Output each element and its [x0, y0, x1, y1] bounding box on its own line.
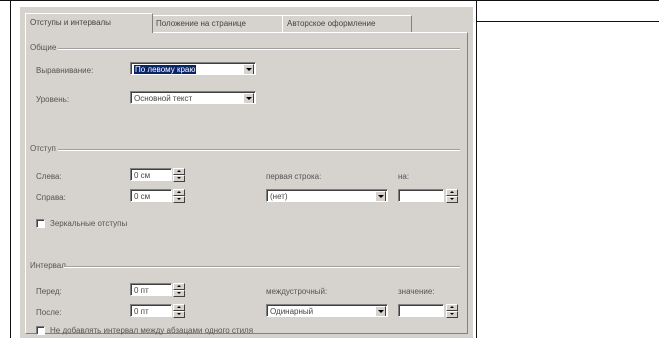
spin-up-icon[interactable]	[173, 189, 185, 196]
indent-group-title: Отступ	[30, 144, 56, 153]
left-indent-spinner[interactable]	[173, 168, 185, 182]
spin-down-icon[interactable]	[446, 311, 458, 318]
indent-divider	[58, 149, 460, 151]
spin-up-icon[interactable]	[173, 283, 185, 290]
spin-down-icon[interactable]	[446, 196, 458, 203]
tab-indents-spacing[interactable]: Отступы и интервалы	[25, 13, 153, 33]
line-spacing-select[interactable]: Одинарный	[266, 304, 388, 317]
spin-up-icon[interactable]	[446, 304, 458, 311]
left-indent-input[interactable]: 0 см	[130, 168, 172, 181]
spin-down-icon[interactable]	[173, 311, 185, 318]
after-label: После:	[36, 308, 62, 317]
spin-down-icon[interactable]	[173, 196, 185, 203]
mirror-indents-label: Зеркальные отступы	[50, 219, 128, 228]
first-line-value: (нет)	[270, 192, 288, 201]
line-spacing-label: междустрочный:	[266, 287, 328, 296]
spacing-divider	[64, 266, 460, 268]
general-group-title: Общие	[30, 43, 57, 52]
alignment-value: По левому краю	[134, 65, 197, 74]
chevron-down-icon[interactable]	[375, 191, 386, 201]
level-value: Основной текст	[134, 94, 193, 103]
top-border	[0, 0, 659, 1]
chevron-down-icon[interactable]	[243, 64, 254, 74]
spacing-value-input[interactable]	[398, 304, 444, 317]
paragraph-dialog: Отступы и интервалы Положение на страниц…	[20, 7, 473, 338]
tab-line-page-breaks[interactable]: Положение на странице	[151, 15, 283, 32]
by-input[interactable]	[398, 189, 444, 202]
spin-up-icon[interactable]	[446, 189, 458, 196]
alignment-label: Выравнивание:	[36, 66, 94, 75]
no-space-same-style-label: Не добавлять интервал между абзацами одн…	[50, 326, 254, 335]
alignment-select[interactable]: По левому краю	[130, 62, 256, 75]
after-input[interactable]: 0 пт	[130, 304, 172, 317]
no-space-same-style-checkbox[interactable]	[36, 326, 45, 335]
chevron-down-icon[interactable]	[375, 306, 386, 316]
level-select[interactable]: Основной текст	[130, 91, 256, 104]
spin-down-icon[interactable]	[173, 175, 185, 182]
first-line-label: первая строка:	[266, 172, 322, 181]
spin-up-icon[interactable]	[173, 304, 185, 311]
by-label: на:	[398, 172, 410, 181]
left-indent-label: Слева:	[36, 172, 62, 181]
right-indent-label: Справа:	[36, 193, 66, 202]
before-label: Перед:	[36, 287, 62, 296]
chevron-down-icon[interactable]	[243, 93, 254, 103]
right-indent-input[interactable]: 0 см	[130, 189, 172, 202]
spacing-group-title: Интервал	[30, 261, 66, 270]
tab-panel: Общие Выравнивание: По левому краю Урове…	[25, 32, 468, 335]
row-border	[476, 21, 659, 22]
before-input[interactable]: 0 пт	[130, 283, 172, 296]
before-spinner[interactable]	[173, 283, 185, 297]
spin-down-icon[interactable]	[173, 290, 185, 297]
by-spinner[interactable]	[446, 189, 458, 203]
spacing-value-label: значение:	[398, 287, 435, 296]
spin-up-icon[interactable]	[173, 168, 185, 175]
right-indent-spinner[interactable]	[173, 189, 185, 203]
right-border	[476, 0, 477, 338]
line-spacing-value: Одинарный	[270, 307, 314, 316]
level-label: Уровень:	[36, 95, 70, 104]
left-border	[10, 0, 11, 338]
tab-author-formatting[interactable]: Авторское оформление	[282, 15, 412, 32]
first-line-select[interactable]: (нет)	[266, 189, 388, 202]
general-divider	[58, 48, 460, 50]
after-spinner[interactable]	[173, 304, 185, 318]
mirror-indents-checkbox[interactable]	[36, 219, 45, 228]
spacing-value-spinner[interactable]	[446, 304, 458, 318]
